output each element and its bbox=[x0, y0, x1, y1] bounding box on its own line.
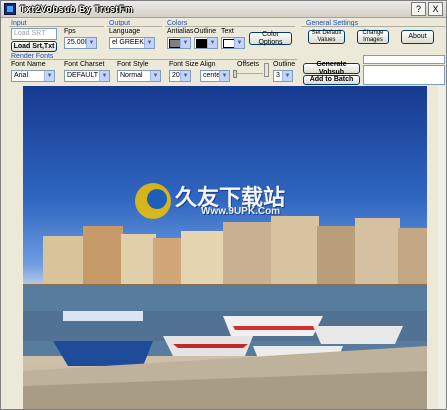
watermark-url: Www.9UPK.Com bbox=[201, 206, 281, 217]
preview-image: 久友下载站 Www.9UPK.Com bbox=[23, 86, 427, 409]
general-group-divider bbox=[301, 26, 445, 27]
chevron-down-icon: ▼ bbox=[180, 38, 190, 48]
about-button[interactable]: About bbox=[401, 30, 434, 44]
app-window: Txt2Vobsub By TrustFm ? X Input Load SRT… bbox=[0, 0, 447, 410]
text-color-picker[interactable]: ▼ bbox=[221, 37, 245, 49]
outline-size-select[interactable]: 3 ▼ bbox=[273, 70, 293, 82]
text-color-label: Text bbox=[221, 28, 234, 35]
render-group-divider bbox=[9, 59, 297, 60]
align-select[interactable]: center ▼ bbox=[200, 70, 230, 82]
language-label: Language bbox=[109, 28, 141, 35]
antialias-color-picker[interactable]: ▼ bbox=[167, 37, 191, 49]
offsets-slider-track[interactable] bbox=[235, 73, 263, 74]
chevron-down-icon: ▼ bbox=[86, 38, 96, 48]
chevron-down-icon: ▼ bbox=[219, 71, 229, 81]
font-style-label: Font Style bbox=[117, 61, 149, 68]
window-title: Txt2Vobsub By TrustFm bbox=[20, 4, 134, 14]
chevron-down-icon: ▼ bbox=[144, 38, 154, 48]
help-button[interactable]: ? bbox=[411, 2, 426, 16]
output-group-divider bbox=[107, 26, 162, 27]
load-srt-button[interactable]: Load Srt,Txt bbox=[11, 41, 57, 52]
language-value: el GREEK bbox=[112, 39, 144, 46]
outline-size-value: 3 bbox=[276, 72, 280, 79]
font-size-value: 20 bbox=[172, 72, 180, 79]
align-label: Align bbox=[200, 61, 216, 68]
app-icon bbox=[4, 3, 16, 15]
chevron-down-icon: ▼ bbox=[207, 38, 217, 48]
right-edge-panel bbox=[438, 86, 446, 409]
outline-size-label: Outline bbox=[273, 61, 296, 68]
set-default-values-button[interactable]: Set Default Values bbox=[308, 30, 345, 44]
chevron-down-icon: ▼ bbox=[99, 71, 109, 81]
antialias-label: Antialias bbox=[167, 28, 194, 35]
offsets-updown[interactable] bbox=[264, 63, 269, 77]
font-charset-value: DEFAULT bbox=[67, 72, 98, 79]
chevron-down-icon: ▼ bbox=[282, 71, 292, 81]
harbor-scene-image bbox=[23, 183, 427, 409]
language-select[interactable]: el GREEK ▼ bbox=[109, 37, 155, 49]
font-size-label: Font Size bbox=[169, 61, 199, 68]
chevron-down-icon: ▼ bbox=[44, 71, 54, 81]
chevron-down-icon: ▼ bbox=[150, 71, 160, 81]
srt-file-input[interactable]: Load SRT bbox=[11, 28, 57, 40]
chevron-down-icon: ▼ bbox=[234, 38, 244, 48]
font-charset-label: Font Charset bbox=[64, 61, 105, 68]
chevron-down-icon: ▼ bbox=[180, 71, 190, 81]
fps-label: Fps bbox=[64, 28, 76, 35]
offsets-slider-handle[interactable] bbox=[233, 70, 237, 78]
font-size-select[interactable]: 20 ▼ bbox=[169, 70, 191, 82]
change-images-button[interactable]: Change Images bbox=[357, 30, 389, 44]
colors-group-divider bbox=[165, 26, 295, 27]
close-button[interactable]: X bbox=[428, 2, 443, 16]
font-name-label: Font Name bbox=[11, 61, 46, 68]
status-field bbox=[363, 55, 445, 64]
log-field bbox=[363, 65, 445, 85]
offsets-label: Offsets bbox=[237, 61, 260, 68]
font-name-select[interactable]: Arial ▼ bbox=[11, 70, 55, 82]
outline-color-label: Outline bbox=[194, 28, 217, 35]
font-style-value: Normal bbox=[120, 72, 143, 79]
font-charset-select[interactable]: DEFAULT ▼ bbox=[64, 70, 110, 82]
color-options-button[interactable]: Color Options bbox=[249, 31, 292, 46]
title-bar: Txt2Vobsub By TrustFm ? X bbox=[1, 1, 446, 18]
input-group-divider bbox=[9, 26, 104, 27]
add-to-batch-button[interactable]: Add to Batch bbox=[303, 75, 360, 85]
generate-vobsub-button[interactable]: Generate Vobsub bbox=[303, 61, 360, 76]
font-style-select[interactable]: Normal ▼ bbox=[117, 70, 161, 82]
fps-select[interactable]: 25.000 ▼ bbox=[64, 37, 97, 49]
font-name-value: Arial bbox=[14, 72, 29, 79]
outline-color-picker[interactable]: ▼ bbox=[194, 37, 218, 49]
